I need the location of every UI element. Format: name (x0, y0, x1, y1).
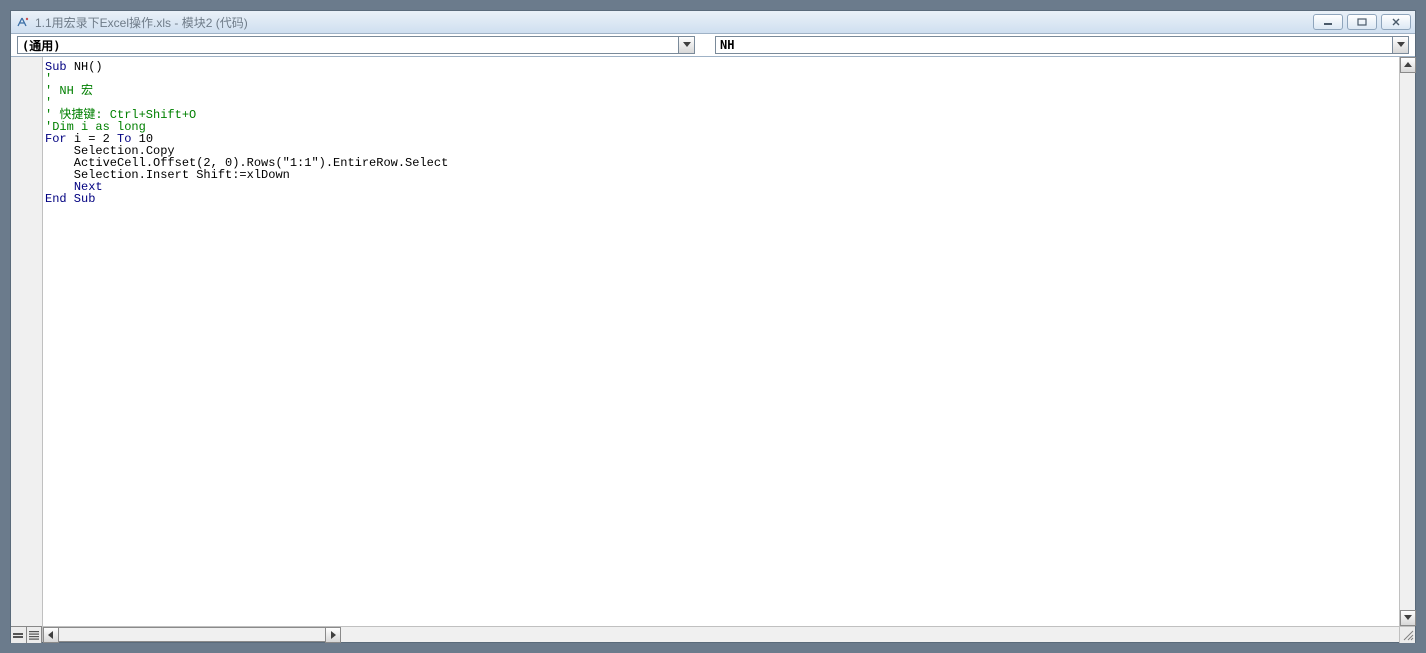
scroll-right-button[interactable] (325, 627, 341, 643)
left-gutter (11, 57, 43, 642)
code-window: 1.1用宏录下Excel操作.xls - 模块2 (代码) (通用) NH (10, 10, 1416, 643)
code-content[interactable]: Sub NH() ' ' NH 宏 ' ' 快捷键: Ctrl+Shift+O … (43, 57, 1399, 209)
code-area[interactable]: Sub NH() ' ' NH 宏 ' ' 快捷键: Ctrl+Shift+O … (43, 57, 1399, 626)
procedure-view-button[interactable] (11, 627, 27, 643)
editor-main: Sub NH() ' ' NH 宏 ' ' 快捷键: Ctrl+Shift+O … (11, 56, 1415, 642)
hscroll-fill (341, 627, 1399, 642)
titlebar[interactable]: 1.1用宏录下Excel操作.xls - 模块2 (代码) (11, 11, 1415, 34)
procedure-selector-value: NH (720, 38, 734, 52)
full-module-view-button[interactable] (27, 627, 43, 643)
object-selector[interactable]: (通用) (17, 36, 695, 54)
object-selector-value: (通用) (22, 37, 60, 54)
selector-row: (通用) NH (11, 34, 1415, 56)
minimize-button[interactable] (1313, 14, 1343, 30)
horizontal-scrollbar[interactable] (43, 627, 341, 642)
resize-grip[interactable] (1399, 627, 1415, 643)
procedure-selector[interactable]: NH (715, 36, 1409, 54)
hscroll-row (43, 626, 1415, 642)
scroll-up-button[interactable] (1400, 57, 1416, 73)
app-icon (15, 14, 31, 30)
view-mode-buttons (11, 626, 42, 642)
hscroll-track[interactable] (59, 627, 325, 642)
vscroll-track[interactable] (1400, 73, 1415, 610)
window-controls (1313, 14, 1411, 30)
vertical-scrollbar[interactable] (1399, 57, 1415, 626)
chevron-down-icon[interactable] (678, 37, 694, 53)
scroll-down-button[interactable] (1400, 610, 1416, 626)
maximize-button[interactable] (1347, 14, 1377, 30)
chevron-down-icon[interactable] (1392, 37, 1408, 53)
scroll-left-button[interactable] (43, 627, 59, 643)
window-title: 1.1用宏录下Excel操作.xls - 模块2 (代码) (35, 14, 1313, 31)
close-button[interactable] (1381, 14, 1411, 30)
code-wrap: Sub NH() ' ' NH 宏 ' ' 快捷键: Ctrl+Shift+O … (43, 57, 1415, 642)
